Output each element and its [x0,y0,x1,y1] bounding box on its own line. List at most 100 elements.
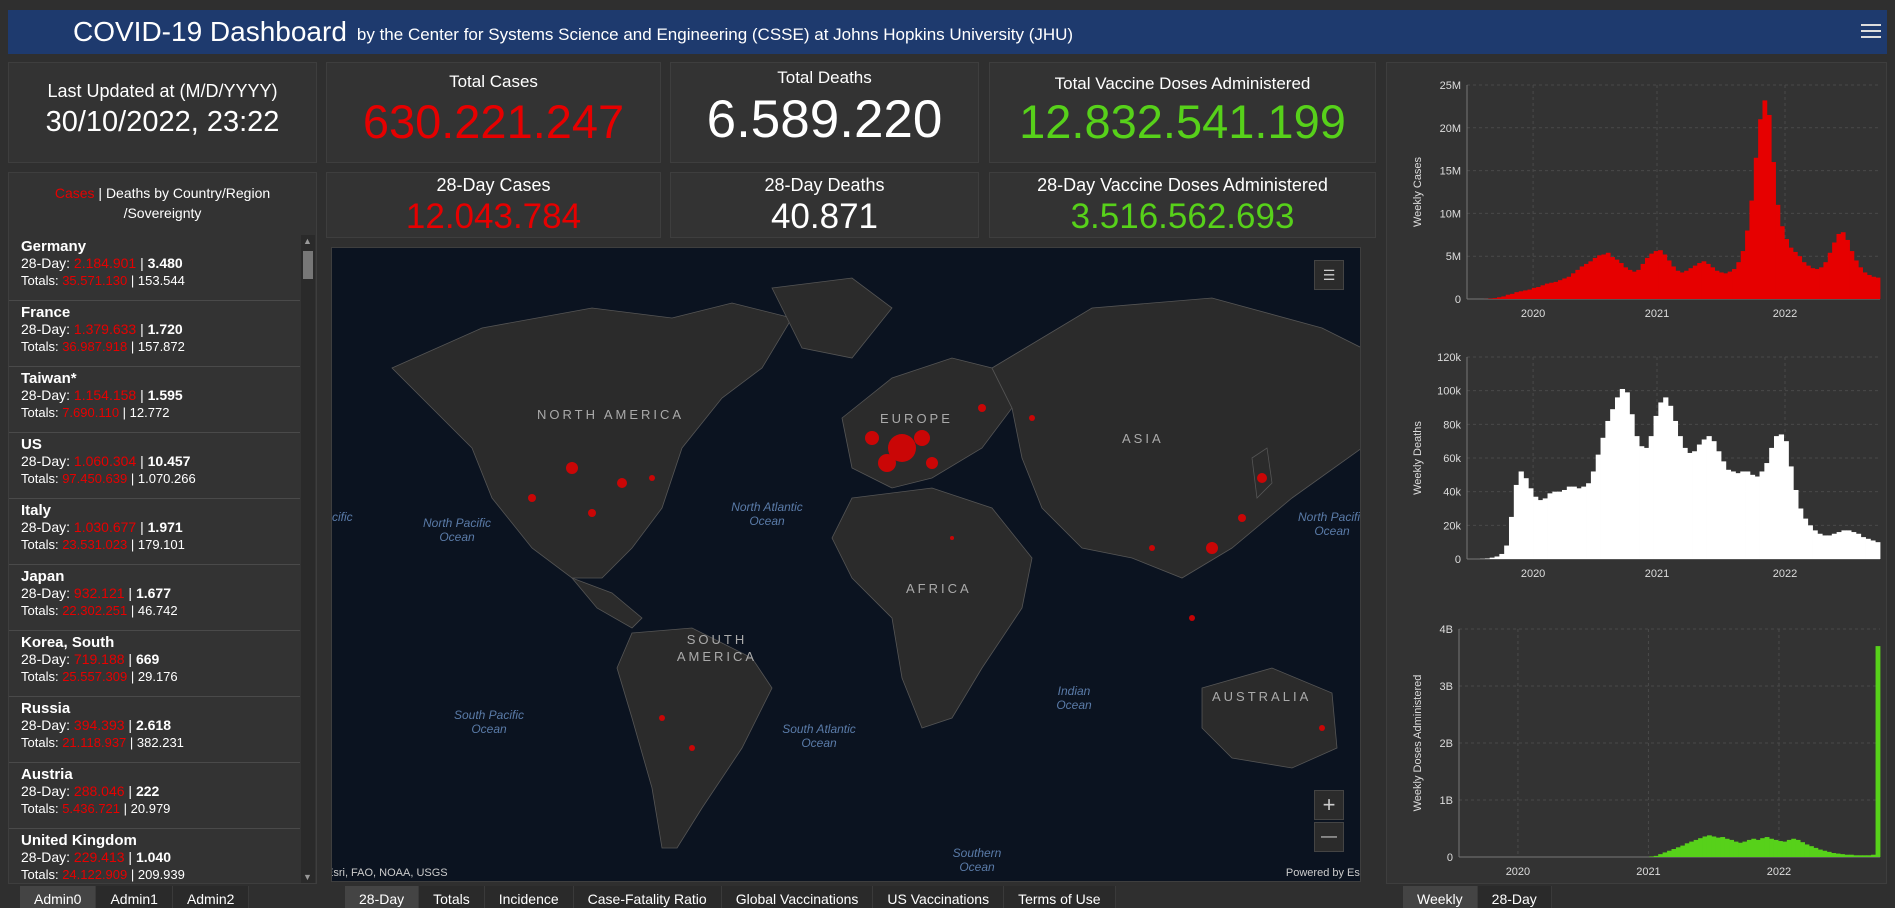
scroll-up-icon[interactable]: ▲ [303,236,312,246]
country-list-item[interactable]: Russia 28-Day: 394.393 | 2.618 Totals: 21.… [9,697,300,763]
chart-bar [1531,287,1537,299]
chart-bar [1822,535,1828,559]
chart-bar [1649,253,1655,299]
chart-bar [1798,508,1804,559]
chart-bar [1505,294,1511,299]
tab-incidence[interactable]: Incidence [485,886,574,908]
tab-admin2[interactable]: Admin2 [173,886,250,908]
y-axis-label: Weekly Cases [1412,156,1424,227]
dashboard: COVID-19 Dashboard by the Center for Sys… [0,0,1895,908]
chart-bar [1601,254,1607,299]
chart-bar [1696,444,1703,559]
chart-bar [1706,835,1712,857]
total-cases-value: 630.221.247 [362,95,625,148]
country-list-item[interactable]: Italy 28-Day: 1.030.677 | 1.971 Totals: 23… [9,499,300,565]
chart-bar [1536,287,1541,299]
cases-28day-panel: 28-Day Cases 12.043.784 [326,172,661,238]
list-title-cases: Cases [54,185,95,201]
chart-bar [1866,275,1872,299]
chart-bar [1662,852,1668,857]
chart-bar [1823,262,1829,299]
charts-panel: 0 5M 10M 15M 20M 25M 2020 2021 2022 Weekly Cases … [1386,62,1887,884]
country-list-item[interactable]: Austria 28-Day: 288.046 | 222 Totals: 5.43… [9,763,300,829]
tab-28-day[interactable]: 28-Day [1478,886,1552,908]
country-list-panel: Cases | Deaths by Country/Region /Sovere… [8,172,317,884]
world-map[interactable]: NORTH AMERICA EUROPE ASIA AFRICA SOUTH A… [331,247,1361,882]
country-list-item[interactable]: US 28-Day: 1.060.304 | 10.457 Totals: 97.4… [9,433,300,499]
country-list-item[interactable]: Taiwan* 28-Day: 1.154.158 | 1.595 Totals: … [9,367,300,433]
chart-bar [1755,839,1761,857]
deaths-28day-label: 28-Day Deaths [764,175,885,195]
country-list-item[interactable]: France 28-Day: 1.379.633 | 1.720 Totals: 3… [9,301,300,367]
country-list-item[interactable]: Japan 28-Day: 932.121 | 1.677 Totals: 22.3… [9,565,300,631]
total-deaths-value: 6.589.220 [706,90,943,149]
scrollbar-thumb[interactable] [303,251,313,279]
chart-bar [1571,486,1577,559]
chart-bar [1865,538,1871,559]
chart-bar [1730,471,1736,559]
y-tick-label: 40k [1443,487,1461,499]
chart-bar [1658,854,1664,857]
chart-bar [1711,836,1717,857]
tab-admin0[interactable]: Admin0 [20,886,97,908]
tab-totals[interactable]: Totals [419,886,485,908]
zoom-in-button[interactable]: + [1314,790,1344,820]
hamburger-menu-icon[interactable] [1861,20,1881,42]
chart-bar [1687,452,1693,559]
chart-bar [1618,263,1624,299]
chart-bar [1766,114,1772,300]
chart-bar [1667,850,1672,857]
list-title-rest: | Deaths by Country/Region [94,185,271,201]
chart-bar [1605,252,1611,299]
chart-bar [1527,289,1533,299]
chart-bar [1736,262,1742,299]
tab-global-vaccinations[interactable]: Global Vaccinations [722,886,874,908]
chart-bar [1605,420,1611,559]
chart-bar [1742,841,1748,857]
country-list-item[interactable]: Korea, South 28-Day: 719.188 | 669 Totals:… [9,631,300,697]
country-list[interactable]: Germany 28-Day: 2.184.901 | 3.480 Totals: … [9,235,300,883]
chart-bar [1514,292,1520,299]
legend-list-icon[interactable]: ☰ [1314,260,1344,290]
y-tick-label: 60k [1443,453,1461,465]
chart-bar [1680,845,1686,857]
country-list-item[interactable]: United Kingdom 28-Day: 229.413 | 1.040 Tot… [9,829,300,883]
chart-bar [1775,204,1781,299]
chart-bar [1782,841,1788,857]
scroll-down-icon[interactable]: ▼ [303,872,312,882]
chart-bar [1812,530,1818,559]
chart-bar [1740,251,1746,299]
tab-case-fatality-ratio[interactable]: Case-Fatality Ratio [574,886,722,908]
chart-bar [1759,471,1765,559]
vaccine-28day-value: 3.516.562.693 [1070,197,1295,236]
zoom-out-button[interactable]: — [1314,822,1344,852]
chart-bar [1841,530,1847,559]
chart-bar [1595,454,1601,559]
chart-bar [1571,273,1576,299]
chart-bar [1619,388,1626,559]
tab-terms-of-use[interactable]: Terms of Use [1004,886,1116,908]
chart-bar [1836,233,1842,299]
tab-admin1[interactable]: Admin1 [96,886,173,908]
chart-bar [1693,839,1699,857]
chart-bar [1769,838,1774,857]
page-title: COVID-19 Dashboard [73,16,347,47]
chart-bar [1832,242,1837,299]
list-scrollbar[interactable]: ▲ ▼ [301,235,315,883]
chart-bar [1701,261,1707,299]
tab-28-day[interactable]: 28-Day [345,886,420,908]
chart-bar [1845,239,1850,299]
tab-weekly[interactable]: Weekly [1403,886,1478,908]
chart-bar [1689,841,1695,857]
header-bar: COVID-19 Dashboard by the Center for Sys… [8,10,1887,54]
country-totals-line: Totals: 21.118.937 | 382.231 [21,735,184,750]
country-list-item[interactable]: Germany 28-Day: 2.184.901 | 3.480 Totals: … [9,235,300,301]
label-north-pacific-east: North Pacific Ocean [1297,510,1361,538]
label-asia: ASIA [1122,431,1164,446]
chart-bar [1729,839,1735,857]
label-north-atlantic: North Atlantic Ocean [731,500,803,528]
chart-bar [1862,272,1868,299]
tab-us-vaccinations[interactable]: US Vaccinations [873,886,1005,908]
last-updated-panel: Last Updated at (M/D/YYYY) 30/10/2022, 2… [8,62,317,163]
chart-bar [1675,270,1681,299]
